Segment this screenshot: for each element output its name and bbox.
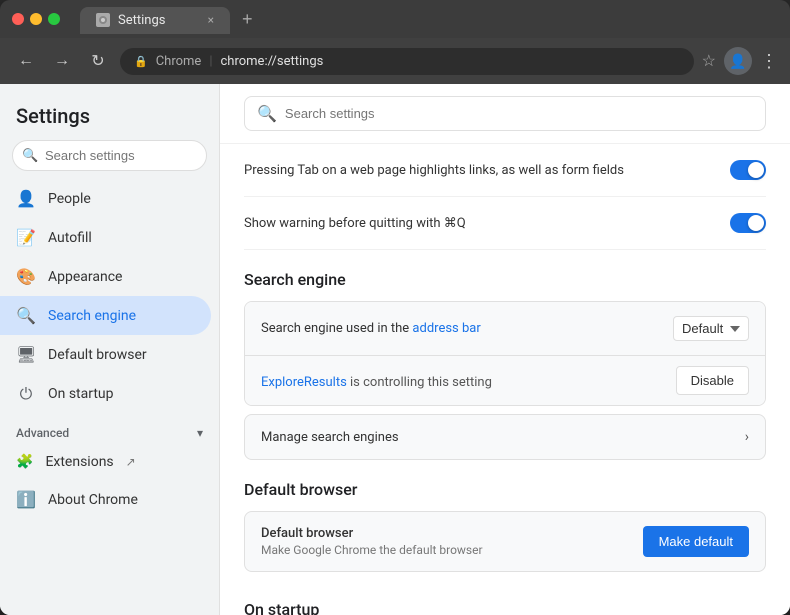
browser-window: Settings × + ← → ↻ 🔒 Chrome | chrome://s… [0, 0, 790, 615]
sidebar-search-box: 🔍 [12, 140, 207, 171]
search-engine-select[interactable]: Default [673, 316, 749, 341]
on-startup-section-header: On startup [244, 580, 766, 615]
sidebar-item-on-startup[interactable]: ⏻ On startup [0, 374, 211, 414]
search-engine-section-header: Search engine [244, 250, 766, 301]
about-icon: ℹ️ [16, 490, 36, 509]
make-default-button[interactable]: Make default [643, 526, 749, 557]
close-window-button[interactable] [12, 13, 24, 25]
appearance-icon: 🎨 [16, 267, 36, 286]
tab-highlights-toggle-row: Pressing Tab on a web page highlights li… [244, 144, 766, 197]
sidebar-item-people-label: People [48, 191, 91, 207]
tab-highlights-label: Pressing Tab on a web page highlights li… [244, 163, 730, 178]
autofill-icon: 📝 [16, 228, 36, 247]
manage-arrow-icon: › [745, 429, 749, 445]
sidebar-item-appearance-label: Appearance [48, 269, 122, 285]
tab-highlights-toggle[interactable] [730, 160, 766, 180]
search-engine-group: Search engine used in the address bar De… [244, 301, 766, 406]
sidebar-search-input[interactable] [12, 140, 207, 171]
about-label: About Chrome [48, 492, 138, 508]
maximize-window-button[interactable] [48, 13, 60, 25]
tab-close-button[interactable]: × [208, 13, 214, 27]
extension-control-text: ExploreResults is controlling this setti… [261, 371, 492, 390]
search-engine-icon: 🔍 [16, 306, 36, 325]
default-browser-card-title: Default browser [261, 526, 483, 541]
default-browser-icon: 🖥 [16, 345, 36, 364]
default-browser-card-subtitle: Make Google Chrome the default browser [261, 543, 483, 557]
main-search-input[interactable] [285, 106, 753, 121]
address-separator: | [209, 54, 212, 69]
sidebar-item-autofill-label: Autofill [48, 230, 92, 246]
sidebar-item-search-engine-label: Search engine [48, 308, 136, 324]
sidebar-item-appearance[interactable]: 🎨 Appearance [0, 257, 211, 296]
search-engine-label: Search engine used in the address bar [261, 321, 481, 336]
sidebar-item-default-browser-label: Default browser [48, 347, 147, 363]
titlebar: Settings × + [0, 0, 790, 38]
profile-icon: 👤 [729, 53, 746, 70]
manage-search-engines-row[interactable]: Manage search engines › [244, 414, 766, 460]
settings-tab-label: Settings [118, 13, 200, 28]
advanced-label: Advanced [16, 426, 69, 440]
extensions-icon: 🧩 [16, 454, 33, 470]
quit-warning-toggle[interactable] [730, 213, 766, 233]
back-button[interactable]: ← [12, 47, 40, 75]
bookmark-button[interactable]: ☆ [702, 51, 716, 71]
sidebar-item-extensions[interactable]: 🧩 Extensions ↗ [0, 444, 219, 480]
default-browser-info: Default browser Make Google Chrome the d… [261, 526, 483, 557]
explore-results-link[interactable]: ExploreResults [261, 375, 347, 390]
minimize-window-button[interactable] [30, 13, 42, 25]
main-content: Settings 🔍 👤 People 📝 Autofill 🎨 Appeara… [0, 84, 790, 615]
sidebar-item-people[interactable]: 👤 People [0, 179, 211, 218]
quit-warning-toggle-row: Show warning before quitting with ⌘Q [244, 197, 766, 250]
extension-control-row: ExploreResults is controlling this setti… [245, 356, 765, 405]
extension-control-suffix: is controlling this setting [347, 375, 492, 390]
sidebar: Settings 🔍 👤 People 📝 Autofill 🎨 Appeara… [0, 84, 220, 615]
default-browser-card: Default browser Make Google Chrome the d… [244, 511, 766, 572]
main-search-area: 🔍 [220, 84, 790, 144]
extensions-label: Extensions [45, 454, 113, 470]
sidebar-item-on-startup-label: On startup [48, 386, 114, 402]
sidebar-search-icon: 🔍 [22, 148, 38, 163]
address-bar[interactable]: 🔒 Chrome | chrome://settings [120, 48, 694, 75]
settings-tab[interactable]: Settings × [80, 7, 230, 34]
advanced-section[interactable]: Advanced ▾ [16, 426, 219, 440]
menu-button[interactable]: ⋮ [760, 51, 778, 72]
traffic-lights [12, 13, 60, 25]
sidebar-item-search-engine[interactable]: 🔍 Search engine [0, 296, 211, 335]
manage-search-engines-label: Manage search engines [261, 430, 399, 445]
sidebar-item-default-browser[interactable]: 🖥 Default browser [0, 335, 211, 374]
disable-button[interactable]: Disable [676, 366, 749, 395]
advanced-chevron: ▾ [197, 426, 203, 440]
sidebar-item-about[interactable]: ℹ️ About Chrome [0, 480, 211, 519]
tab-bar: Settings × + [80, 5, 778, 34]
main-search-inner: 🔍 [244, 96, 766, 131]
external-link-icon: ↗ [126, 455, 136, 469]
profile-button[interactable]: 👤 [724, 47, 752, 75]
settings-title: Settings [0, 84, 219, 140]
search-engine-setting-row: Search engine used in the address bar De… [245, 302, 765, 356]
addressbar: ← → ↻ 🔒 Chrome | chrome://settings ☆ 👤 ⋮ [0, 38, 790, 84]
quit-warning-label: Show warning before quitting with ⌘Q [244, 216, 730, 231]
lock-icon: 🔒 [134, 55, 148, 68]
address-bar-link[interactable]: address bar [412, 321, 480, 336]
new-tab-button[interactable]: + [238, 5, 257, 34]
default-browser-section-header: Default browser [244, 460, 766, 511]
main-panel: 🔍 Pressing Tab on a web page highlights … [220, 84, 790, 615]
reload-button[interactable]: ↻ [84, 47, 112, 75]
main-search-icon: 🔍 [257, 104, 277, 123]
people-icon: 👤 [16, 189, 36, 208]
url-text: chrome://settings [221, 54, 324, 69]
on-startup-icon: ⏻ [16, 384, 36, 404]
site-name: Chrome [156, 54, 202, 69]
forward-button[interactable]: → [48, 47, 76, 75]
settings-content: Pressing Tab on a web page highlights li… [220, 144, 790, 615]
settings-tab-icon [96, 13, 110, 27]
sidebar-item-autofill[interactable]: 📝 Autofill [0, 218, 211, 257]
